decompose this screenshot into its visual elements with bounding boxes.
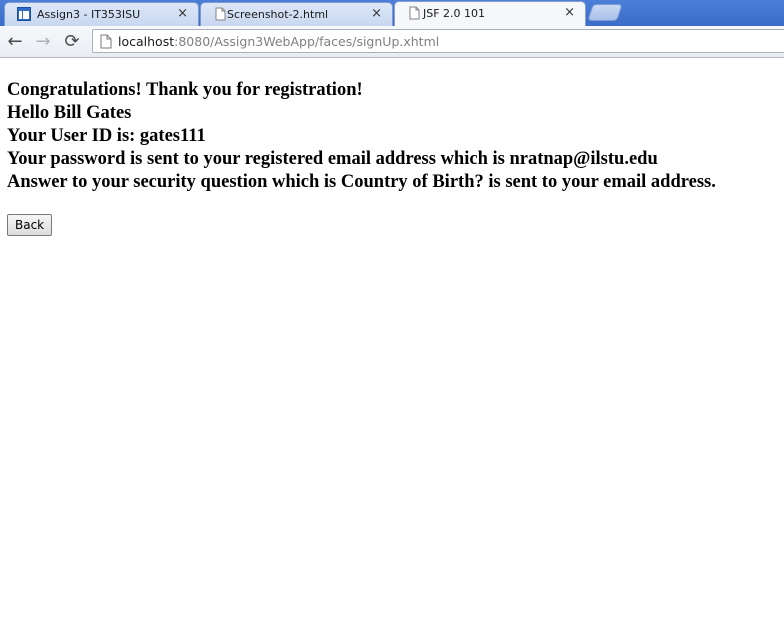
close-icon[interactable]: × [564, 5, 575, 20]
close-icon[interactable]: × [371, 6, 382, 21]
back-button[interactable]: Back [7, 214, 53, 236]
reload-icon[interactable]: ⟳ [61, 31, 83, 53]
tab-title: Assign3 - IT353ISU [37, 8, 141, 21]
page-icon [213, 7, 227, 21]
forward-arrow-icon[interactable]: → [32, 31, 54, 53]
page-icon [407, 6, 421, 20]
new-tab-button[interactable] [587, 4, 623, 21]
address-url: localhost:8080/Assign3WebApp/faces/signU… [118, 34, 439, 49]
app-window-icon [17, 7, 31, 21]
back-arrow-icon[interactable]: ← [4, 31, 26, 53]
page-icon [100, 34, 112, 49]
tab-strip: Assign3 - IT353ISU × Screenshot-2.html ×… [0, 0, 784, 26]
user-id-message: Your User ID is: gates111 [7, 126, 206, 146]
address-path: :8080/Assign3WebApp/faces/signUp.xhtml [174, 34, 440, 49]
tab-screenshot-2[interactable]: Screenshot-2.html × [200, 2, 393, 26]
browser-toolbar: ← → ⟳ localhost:8080/Assign3WebApp/faces… [0, 26, 784, 58]
tab-jsf-101[interactable]: JSF 2.0 101 × [394, 1, 586, 26]
tab-title: Screenshot-2.html [227, 8, 329, 21]
security-question-message: Answer to your security question which i… [7, 172, 716, 192]
page-content: Congratulations! Thank you for registrat… [7, 79, 777, 194]
tab-assign3[interactable]: Assign3 - IT353ISU × [4, 2, 199, 26]
address-bar[interactable]: localhost:8080/Assign3WebApp/faces/signU… [92, 29, 784, 53]
congratulations-message: Congratulations! Thank you for registrat… [7, 80, 363, 100]
password-email-message: Your password is sent to your registered… [7, 149, 658, 169]
close-icon[interactable]: × [177, 6, 188, 21]
address-host: localhost [118, 34, 175, 49]
greeting-message: Hello Bill Gates [7, 103, 132, 123]
tab-title: JSF 2.0 101 [423, 7, 486, 20]
